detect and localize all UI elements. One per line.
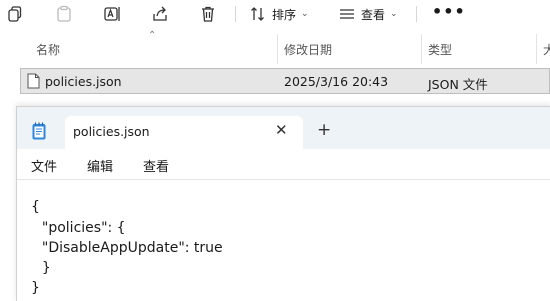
sort-ascending-icon: ⌃ <box>148 30 157 41</box>
column-header: ⌃ 名称 修改日期 类型 大 <box>0 30 550 64</box>
view-icon <box>340 9 354 19</box>
editor-line: "policies": { <box>33 220 126 236</box>
paste-icon[interactable] <box>55 5 73 23</box>
file-date-modified: 2025/3/16 20:43 <box>284 74 389 89</box>
rename-icon[interactable] <box>103 5 121 23</box>
chevron-down-icon: ⌄ <box>301 9 309 19</box>
file-name: policies.json <box>45 74 122 89</box>
toolbar-divider <box>235 6 236 22</box>
sort-label: 排序 <box>272 7 297 22</box>
editor-line: } <box>31 280 40 296</box>
column-type[interactable]: 类型 <box>428 41 452 58</box>
view-button[interactable]: 查看 ⌄ <box>339 5 398 23</box>
menu-view[interactable]: 查看 <box>143 156 169 175</box>
column-name[interactable]: 名称 <box>36 41 60 58</box>
notepad-window: policies.json ✕ + 文件 编辑 查看 { "policies":… <box>16 106 550 301</box>
tab-policies-json[interactable]: policies.json ✕ <box>65 116 303 149</box>
column-divider[interactable] <box>277 34 278 64</box>
file-icon <box>27 73 40 89</box>
tab-title: policies.json <box>73 124 150 139</box>
more-options-button[interactable]: ••• <box>432 2 466 21</box>
column-divider[interactable] <box>421 34 422 64</box>
view-label: 查看 <box>361 7 386 22</box>
sort-icon <box>251 7 264 21</box>
delete-icon[interactable] <box>199 5 217 23</box>
tab-strip: policies.json ✕ + <box>17 107 550 149</box>
toolbar-divider <box>416 6 417 22</box>
editor-line: } <box>33 260 51 276</box>
editor-line: { <box>31 199 40 215</box>
column-size[interactable]: 大 <box>543 41 550 58</box>
menu-bar: 文件 编辑 查看 <box>17 149 550 180</box>
file-type: JSON 文件 <box>428 77 488 92</box>
column-date-modified[interactable]: 修改日期 <box>284 41 332 58</box>
new-tab-button[interactable]: + <box>317 120 331 140</box>
menu-edit[interactable]: 编辑 <box>87 156 113 175</box>
editor-line: "DisableAppUpdate": true <box>33 240 223 256</box>
text-editor[interactable]: { "policies": { "DisableAppUpdate": true… <box>17 180 550 301</box>
copy-icon[interactable] <box>6 5 24 23</box>
file-row-selected[interactable]: policies.json 2025/3/16 20:43 JSON 文件 <box>20 68 550 94</box>
notepad-app-icon <box>32 122 46 140</box>
sort-button[interactable]: 排序 ⌄ <box>250 5 309 23</box>
menu-file[interactable]: 文件 <box>31 156 57 175</box>
column-divider[interactable] <box>536 34 537 64</box>
explorer-toolbar: 排序 ⌄ 查看 ⌄ ••• <box>0 0 550 28</box>
chevron-down-icon: ⌄ <box>390 9 398 19</box>
close-icon[interactable]: ✕ <box>275 121 288 139</box>
share-icon[interactable] <box>151 5 169 23</box>
